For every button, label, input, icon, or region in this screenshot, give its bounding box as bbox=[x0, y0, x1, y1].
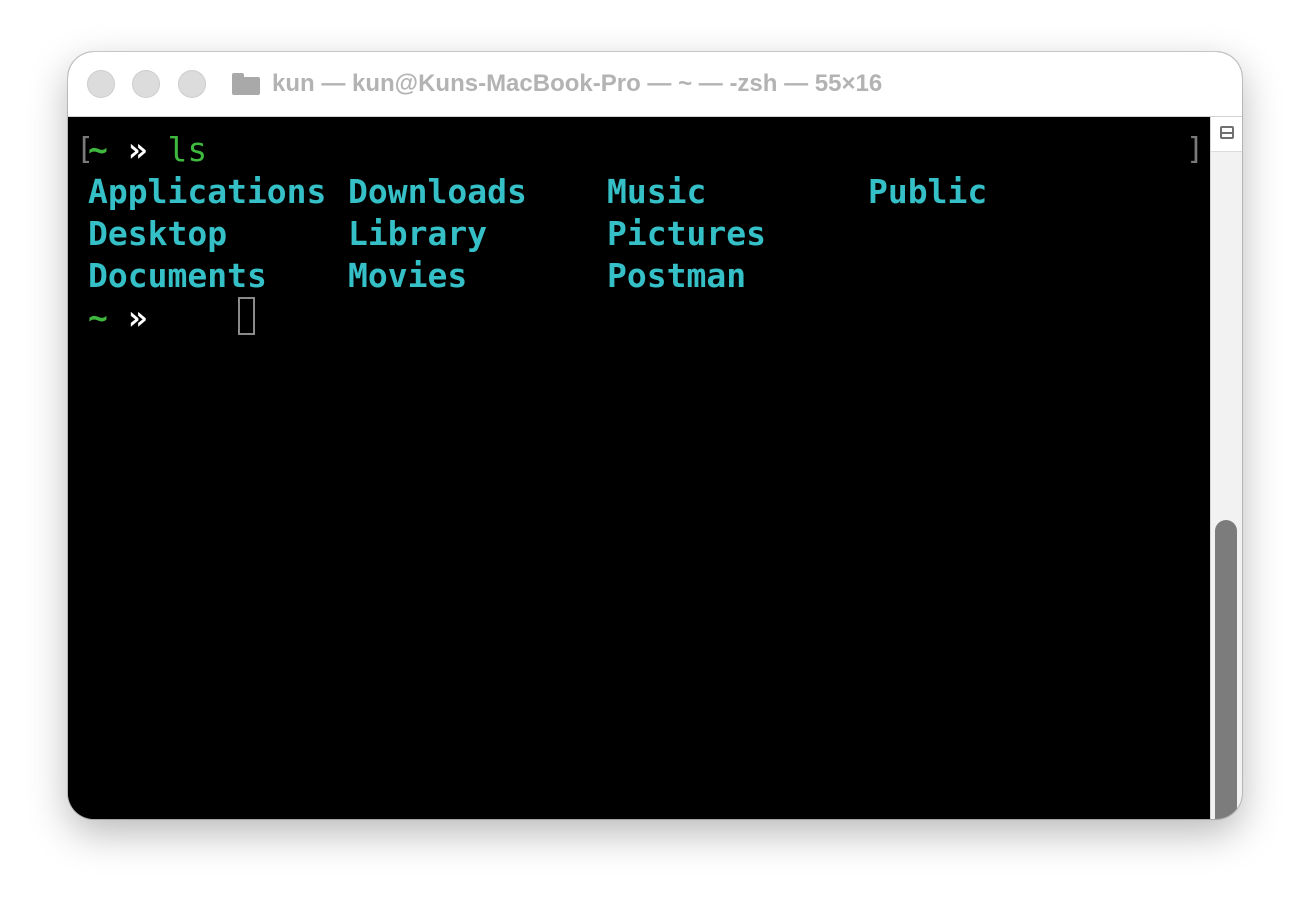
list-item: Music bbox=[607, 172, 707, 211]
zoom-button[interactable] bbox=[178, 70, 206, 98]
list-item: Documents bbox=[88, 256, 267, 295]
prompt-path: ~ bbox=[88, 298, 108, 337]
scroll-area bbox=[1210, 117, 1242, 819]
list-item: Desktop bbox=[88, 214, 228, 253]
prompt-arrow: » bbox=[127, 298, 148, 337]
list-item: Postman bbox=[607, 256, 747, 295]
list-item: Downloads bbox=[348, 172, 527, 211]
list-item: Public bbox=[868, 172, 988, 211]
text-cursor bbox=[238, 297, 255, 335]
list-item: Movies bbox=[348, 256, 468, 295]
terminal-content[interactable]: [ ] ~ » ls Applications Downloads Music … bbox=[68, 117, 1210, 819]
command-line: ~ » ls bbox=[88, 129, 207, 171]
mark-bracket-close: ] bbox=[1186, 132, 1205, 167]
scrollbar-track[interactable] bbox=[1211, 151, 1242, 819]
close-button[interactable] bbox=[87, 70, 115, 98]
list-item: Applications bbox=[88, 172, 327, 211]
window-title: kun — kun@Kuns-MacBook-Pro — ~ — -zsh — … bbox=[232, 52, 882, 116]
folder-icon bbox=[232, 73, 260, 95]
command-text: ls bbox=[167, 130, 208, 169]
scrollbar-thumb[interactable] bbox=[1215, 520, 1237, 819]
split-pane-icon[interactable] bbox=[1220, 126, 1234, 139]
terminal-window: kun — kun@Kuns-MacBook-Pro — ~ — -zsh — … bbox=[68, 52, 1242, 819]
minimize-button[interactable] bbox=[132, 70, 160, 98]
window-title-text: kun — kun@Kuns-MacBook-Pro — ~ — -zsh — … bbox=[272, 70, 883, 97]
title-bar[interactable]: kun — kun@Kuns-MacBook-Pro — ~ — -zsh — … bbox=[68, 52, 1242, 117]
prompt-arrow: » bbox=[127, 130, 148, 169]
prompt-path: ~ bbox=[88, 130, 108, 169]
list-item: Pictures bbox=[607, 214, 766, 253]
list-item: Library bbox=[348, 214, 488, 253]
prompt-line: ~ » bbox=[88, 297, 148, 339]
